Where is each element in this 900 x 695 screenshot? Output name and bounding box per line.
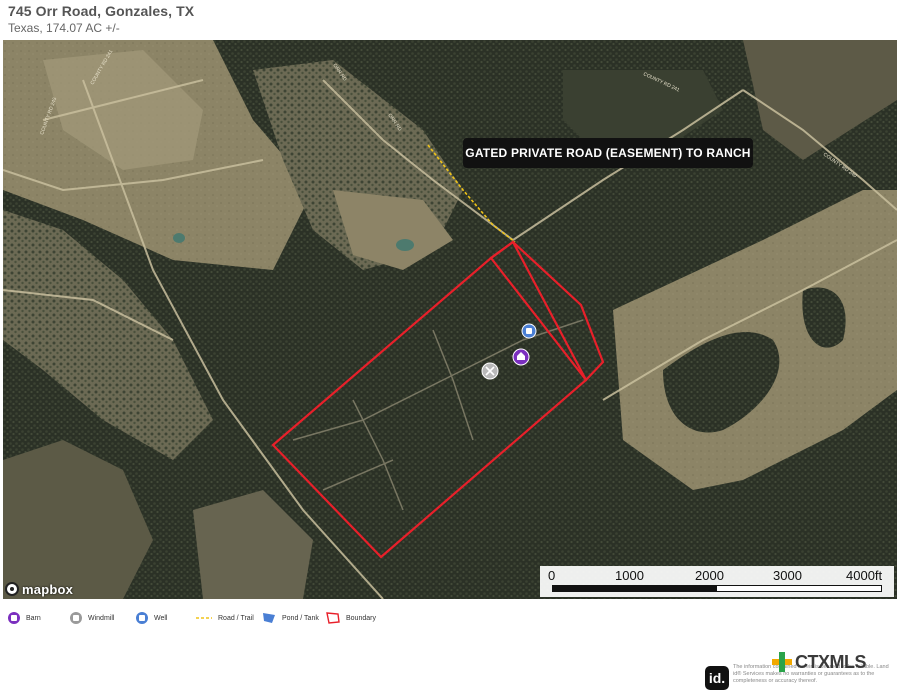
- satellite-map[interactable]: COUNTY RD 245 COUNTY RD 241 ORR RD ORR R…: [3, 40, 897, 599]
- legend-label: Well: [154, 614, 168, 622]
- legend-label: Boundary: [346, 614, 376, 622]
- easement-callout: GATED PRIVATE ROAD (EASEMENT) TO RANCH: [463, 138, 753, 168]
- windmill-marker[interactable]: [481, 362, 499, 380]
- footer-branding: id. The information contained herein is …: [700, 650, 900, 695]
- scale-label: 3000: [773, 568, 802, 583]
- legend-item-boundary: Boundary: [326, 610, 376, 626]
- scale-ruler: [552, 585, 882, 592]
- legend-label: Road / Trail: [218, 614, 254, 622]
- legend-label: Barn: [26, 614, 41, 622]
- ctxmls-logo: CTXMLS: [772, 651, 867, 673]
- ctxmls-plus-icon: [772, 652, 792, 672]
- land-id-logo: id.: [705, 666, 729, 690]
- map-legend: Barn Windmill Well Road / Trail Pond / T…: [0, 606, 900, 630]
- scale-label: 4000ft: [846, 568, 883, 583]
- pond-icon: [263, 613, 275, 623]
- page-subtitle: Texas, 174.07 AC +/-: [8, 21, 120, 35]
- map-header: 745 Orr Road, Gonzales, TX Texas, 174.07…: [0, 0, 900, 40]
- scale-label: 0: [548, 568, 556, 583]
- mapbox-wordmark: mapbox: [22, 581, 74, 597]
- well-marker[interactable]: [521, 323, 537, 339]
- road-trail-icon: [196, 617, 212, 619]
- legend-item-pond: Pond / Tank: [262, 610, 319, 626]
- legend-item-road-trail: Road / Trail: [196, 610, 254, 626]
- pond-2: [173, 233, 185, 243]
- page-title: 745 Orr Road, Gonzales, TX: [8, 3, 195, 19]
- barn-icon: [8, 612, 20, 624]
- legend-label: Pond / Tank: [282, 614, 319, 622]
- legend-item-windmill: Windmill: [70, 610, 114, 626]
- well-icon: [136, 612, 148, 624]
- scale-label: 1000: [615, 568, 644, 583]
- legend-label: Windmill: [88, 614, 115, 622]
- mapbox-attribution[interactable]: mapbox: [5, 581, 73, 597]
- pond-1: [396, 239, 414, 251]
- barn-marker[interactable]: [512, 348, 530, 366]
- well-icon: [526, 328, 532, 334]
- scale-labels: 0 1000 2000 3000 4000ft: [540, 568, 896, 584]
- windmill-icon: [70, 612, 82, 624]
- legend-item-well: Well: [136, 610, 167, 626]
- scale-fill: [553, 586, 717, 591]
- map-canvas: COUNTY RD 245 COUNTY RD 241 ORR RD ORR R…: [3, 40, 897, 599]
- scale-bar: 0 1000 2000 3000 4000ft: [540, 566, 894, 597]
- scale-label: 2000: [695, 568, 724, 583]
- ctxmls-wordmark: CTXMLS: [795, 651, 867, 672]
- boundary-icon: [326, 612, 340, 624]
- mapbox-logo-icon: [5, 582, 19, 596]
- legend-item-barn: Barn: [8, 610, 41, 626]
